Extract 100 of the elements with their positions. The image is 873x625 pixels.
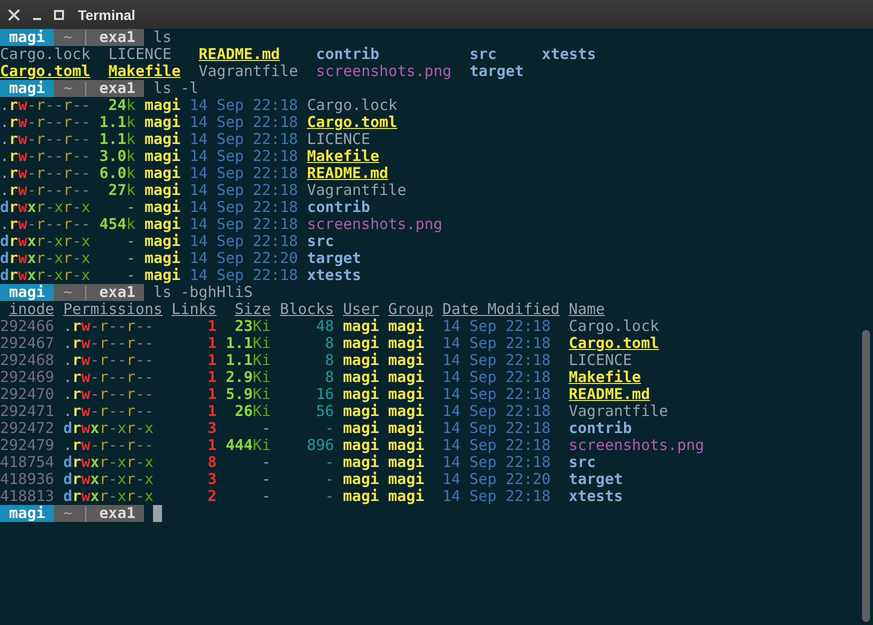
block-count: 16 — [314, 386, 334, 403]
file-size: 444Ki — [226, 437, 271, 454]
modified-date: 14 Sep 22:18 — [442, 454, 552, 471]
owner: magi — [144, 114, 181, 131]
permissions: .rw-r--r-- — [63, 352, 154, 369]
modified-date: 14 Sep 22:18 — [442, 437, 552, 454]
permissions: drwxr-xr-x — [63, 420, 154, 437]
group: magi — [388, 335, 434, 352]
file-size: 6.0k — [99, 165, 136, 182]
modified-date: 14 Sep 22:18 — [190, 199, 298, 216]
prompt-host: exa1 — [99, 284, 136, 301]
permissions: .rw-r--r-- — [0, 114, 90, 131]
modified-date: 14 Sep 22:18 — [190, 267, 298, 284]
file-name: xtests — [542, 45, 596, 63]
block-count: - — [324, 454, 334, 471]
modified-date: 14 Sep 22:18 — [442, 488, 552, 505]
file-size: 24k — [107, 97, 136, 114]
block-count: 8 — [324, 369, 334, 386]
file-name: Makefile — [568, 369, 642, 386]
close-icon[interactable] — [8, 8, 20, 20]
column-header: Size — [234, 300, 271, 318]
owner: magi — [343, 471, 380, 488]
modified-date: 14 Sep 22:20 — [442, 471, 552, 488]
link-count: 3 — [206, 471, 217, 488]
file-size: 1.1k — [99, 131, 136, 148]
file-name: src — [470, 45, 497, 63]
modified-date: 14 Sep 22:18 — [442, 420, 552, 437]
permissions: .rw-r--r-- — [0, 97, 90, 114]
block-count: 8 — [324, 335, 334, 352]
prompt-path: ~ — [63, 80, 72, 97]
group: magi — [388, 454, 434, 471]
owner: magi — [144, 267, 181, 284]
prompt-user: magi — [0, 284, 54, 301]
scrollbar[interactable] — [862, 330, 870, 622]
inode: 292469 — [0, 369, 54, 386]
modified-date: 14 Sep 22:18 — [442, 386, 552, 403]
file-size: 26Ki — [234, 403, 271, 420]
file-size: 1.1Ki — [226, 352, 271, 369]
file-name: screenshots.png — [568, 437, 704, 454]
permissions: drwxr-xr-x — [0, 267, 90, 284]
file-name: Makefile — [108, 62, 181, 80]
inode: 418936 — [0, 471, 54, 488]
file-name: screenshots.png — [306, 216, 442, 233]
file-name: LICENCE — [306, 131, 370, 148]
owner: magi — [144, 148, 181, 165]
link-count: 1 — [206, 386, 217, 403]
command-text: ls -l — [153, 80, 199, 97]
permissions: .rw-r--r-- — [0, 165, 90, 182]
block-count: - — [324, 420, 334, 437]
owner: magi — [343, 386, 380, 403]
modified-date: 14 Sep 22:18 — [190, 182, 298, 199]
file-name: src — [306, 233, 334, 250]
file-name: contrib — [568, 420, 632, 437]
file-name: Cargo.lock — [0, 45, 90, 63]
modified-date: 14 Sep 22:20 — [190, 250, 298, 267]
column-header: Permissions — [63, 300, 163, 318]
file-size: 27k — [107, 182, 136, 199]
permissions: .rw-r--r-- — [0, 148, 90, 165]
block-count: - — [324, 471, 334, 488]
link-count: 1 — [206, 369, 217, 386]
file-size: - — [125, 250, 136, 267]
file-size: 1.1Ki — [226, 335, 271, 352]
file-name: Cargo.lock — [568, 318, 660, 335]
inode: 418754 — [0, 454, 54, 471]
file-size: 3.0k — [99, 148, 136, 165]
owner: magi — [144, 216, 181, 233]
owner: magi — [144, 250, 181, 267]
block-count: 8 — [324, 352, 334, 369]
file-size: - — [125, 233, 136, 250]
owner: magi — [343, 352, 380, 369]
permissions: .rw-r--r-- — [0, 216, 90, 233]
prompt-host: exa1 — [99, 29, 136, 46]
column-header: Links — [172, 300, 217, 318]
file-name: README.md — [306, 165, 390, 182]
file-name: README.md — [568, 386, 651, 403]
modified-date: 14 Sep 22:18 — [190, 216, 298, 233]
modified-date: 14 Sep 22:18 — [442, 403, 552, 420]
prompt-host: exa1 — [99, 505, 136, 522]
link-count: 1 — [206, 335, 217, 352]
modified-date: 14 Sep 22:18 — [442, 335, 552, 352]
block-count: 896 — [306, 437, 334, 454]
file-size: 454k — [99, 216, 136, 233]
file-name: target — [568, 471, 624, 488]
inode: 292479 — [0, 437, 54, 454]
file-name: target — [470, 62, 524, 80]
group: magi — [388, 318, 434, 335]
inode: 292468 — [0, 352, 54, 369]
column-header: Date Modified — [442, 300, 560, 318]
prompt-path: ~ — [63, 29, 72, 46]
file-name: Vagrantfile — [568, 403, 670, 420]
prompt-separator: | — [81, 284, 90, 301]
permissions: drwxr-xr-x — [63, 454, 154, 471]
link-count: 2 — [206, 488, 217, 505]
file-name: README.md — [198, 45, 280, 63]
link-count: 1 — [206, 437, 217, 454]
file-name: contrib — [316, 45, 380, 63]
file-size: - — [260, 488, 271, 505]
group: magi — [388, 369, 434, 386]
file-name: Cargo.toml — [0, 62, 90, 80]
maximize-icon[interactable] — [54, 10, 64, 20]
